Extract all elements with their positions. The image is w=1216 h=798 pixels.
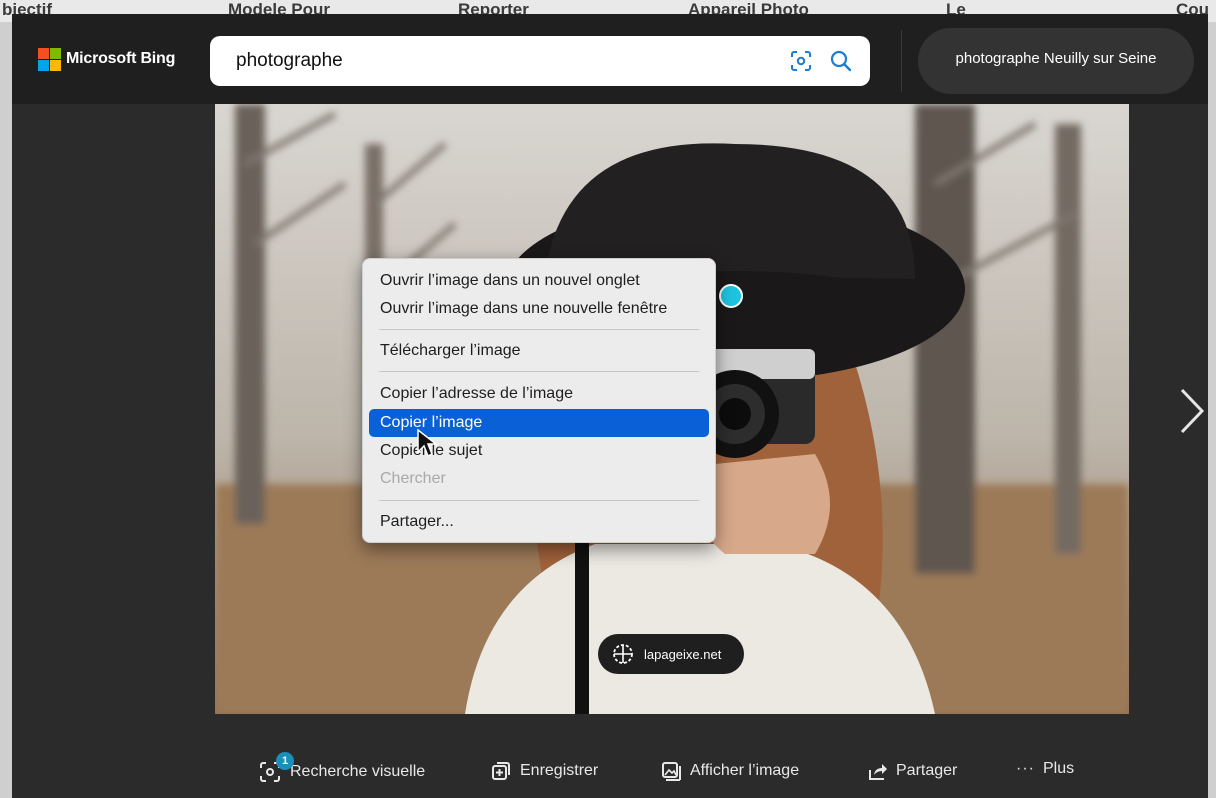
- share-label: Partager: [896, 762, 958, 779]
- save-button[interactable]: Enregistrer: [490, 760, 598, 782]
- image-actions-bar: Recherche visuelle 1 Enregistrer Affiche…: [12, 740, 1208, 798]
- menu-separator: [379, 371, 699, 372]
- image-source-chip[interactable]: lapageixe.net: [598, 634, 744, 674]
- visual-search-icon[interactable]: [788, 48, 814, 74]
- menu-item-open-new-window[interactable]: Ouvrir l’image dans une nouvelle fenêtre: [369, 295, 709, 323]
- logo-text: Microsoft Bing: [66, 50, 176, 67]
- globe-icon: [613, 644, 633, 664]
- visual-search-badge: 1: [276, 752, 294, 770]
- search-box[interactable]: photographe: [210, 36, 870, 86]
- related-search-label: photographe Neuilly sur Seine: [955, 50, 1157, 67]
- more-icon: ···: [1016, 760, 1035, 777]
- share-button[interactable]: Partager: [866, 760, 957, 782]
- share-icon: [869, 764, 887, 780]
- context-menu: Ouvrir l’image dans un nouvel onglet Ouv…: [362, 258, 716, 543]
- view-image-label: Afficher l’image: [690, 762, 800, 779]
- image-icon: [662, 762, 681, 781]
- menu-item-copy-image-address[interactable]: Copier l’adresse de l’image: [369, 380, 709, 408]
- more-label: Plus: [1042, 760, 1075, 777]
- menu-item-search: Chercher: [380, 470, 446, 487]
- viewer-header: Microsoft Bing photographe photographe N…: [12, 14, 1208, 104]
- menu-item-open-new-tab[interactable]: Ouvrir l’image dans un nouvel onglet: [369, 267, 709, 295]
- next-image-arrow[interactable]: [1174, 386, 1208, 436]
- related-search-pill[interactable]: photographe Neuilly sur Seine: [918, 28, 1194, 94]
- menu-separator: [379, 500, 699, 501]
- image-viewer-overlay: Microsoft Bing photographe photographe N…: [12, 14, 1208, 798]
- menu-separator: [379, 329, 699, 330]
- save-label: Enregistrer: [520, 762, 599, 779]
- background-page-edge: [0, 22, 12, 798]
- bing-logo[interactable]: Microsoft Bing: [38, 48, 176, 71]
- menu-item-share[interactable]: Partager...: [369, 508, 709, 536]
- header-divider: [901, 30, 902, 92]
- more-button[interactable]: ··· Plus: [1016, 760, 1074, 778]
- search-input[interactable]: photographe: [236, 50, 343, 72]
- menu-item-download-image[interactable]: Télécharger l’image: [369, 337, 709, 365]
- mouse-pointer-icon: [416, 428, 439, 458]
- search-icon[interactable]: [828, 48, 854, 74]
- background-page-edge: [1208, 22, 1216, 798]
- microsoft-logo-icon: [38, 48, 61, 71]
- pointer-dot: [719, 284, 743, 308]
- view-image-button[interactable]: Afficher l’image: [660, 760, 799, 782]
- save-icon: [492, 762, 510, 780]
- source-label: lapageixe.net: [644, 646, 722, 662]
- visual-search-label: Recherche visuelle: [290, 763, 426, 780]
